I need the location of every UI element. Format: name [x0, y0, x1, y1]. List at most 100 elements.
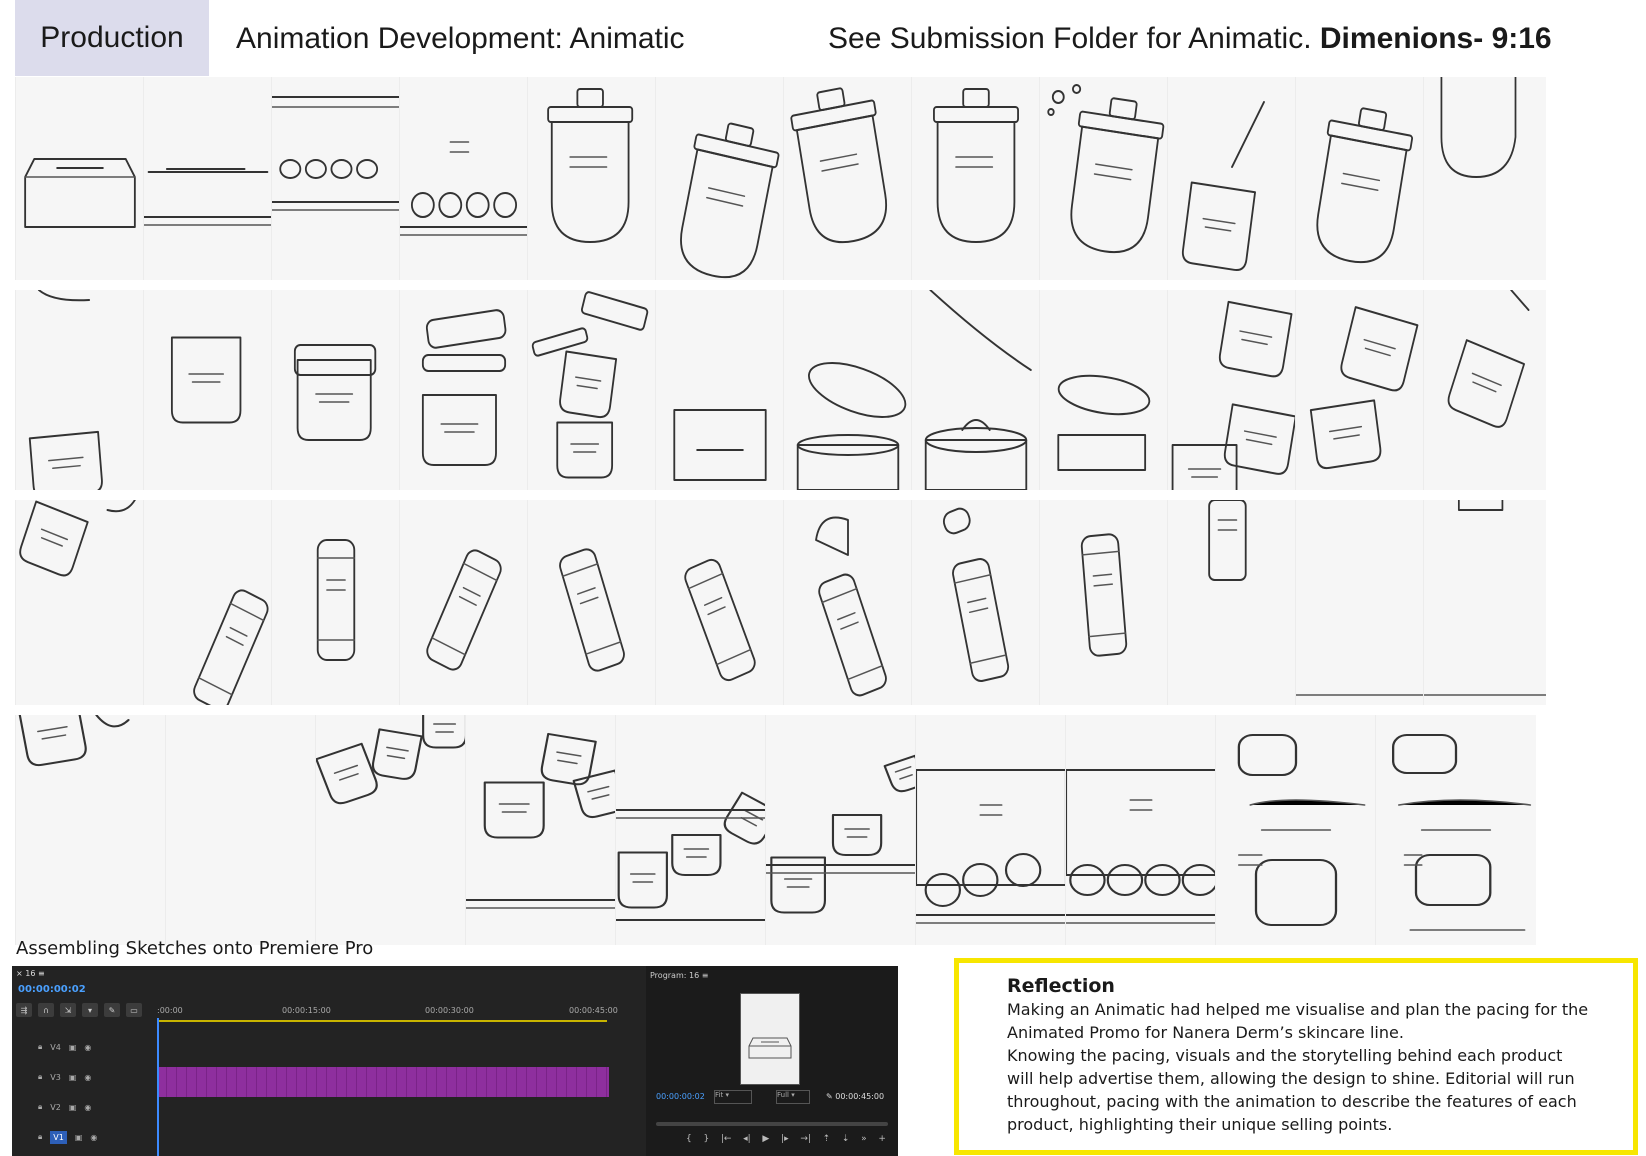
eye-icon[interactable]: ◉ [90, 1133, 97, 1142]
play-icon[interactable]: ▶ [762, 1134, 769, 1144]
ruler-tick: 00:00:15:00 [282, 1006, 331, 1015]
track-v3[interactable]: 🔒︎ V3 ▣ ◉ [12, 1062, 646, 1097]
program-scrubber[interactable] [656, 1122, 888, 1126]
lock-icon[interactable]: 🔒︎ [38, 1042, 42, 1052]
lock-icon[interactable]: 🔒︎ [38, 1132, 42, 1142]
lock-icon[interactable]: 🔒︎ [38, 1072, 42, 1082]
note-text: See Submission Folder for Animatic. [828, 22, 1312, 55]
storyboard-frame-jar-edge [1423, 290, 1546, 490]
storyboard-frame-pump-bottle-upright [911, 77, 1040, 280]
storyboard-frame-jar-box-bottom [655, 290, 784, 490]
track-header: 🔒︎ V4 ▣ ◉ [12, 1032, 152, 1062]
track-header: 🔒︎ V3 ▣ ◉ [12, 1062, 152, 1092]
sync-icon[interactable]: ▣ [69, 1103, 77, 1112]
snap-icon[interactable]: ∩ [38, 1003, 54, 1017]
storyboard-frame-tube-upright [271, 500, 400, 705]
storyboard-frame-cream-jar-lid [271, 290, 400, 490]
premiere-caption: Assembling Sketches onto Premiere Pro [16, 938, 374, 959]
storyboard-frame-cream-jar-front [143, 290, 272, 490]
storyboard-frame-jar-pump-bottle [527, 77, 656, 280]
track-label: V3 [50, 1072, 61, 1082]
dimensions-note: Dimenions- 9:16 [1319, 22, 1552, 55]
program-tab[interactable]: Program: 16 ≡ [650, 971, 708, 980]
marker-icon[interactable]: ▾ [82, 1003, 98, 1017]
storyboard-row-1 [15, 77, 1625, 280]
storyboard-frame-serum-bottle [911, 500, 1040, 705]
program-timecode[interactable]: 00:00:00:02 [656, 1092, 705, 1101]
step-forward-icon[interactable]: |▸ [781, 1134, 789, 1144]
storyboard-frame-tube-diagonal [655, 500, 784, 705]
sync-icon[interactable]: ▣ [75, 1133, 83, 1142]
track-header: 🔒︎ V2 ▣ ◉ [12, 1092, 152, 1122]
timeline-timecode[interactable]: 00:00:00:02 [18, 984, 86, 995]
reflection-line: product, highlighting their unique selli… [1007, 1115, 1393, 1134]
fit-select[interactable]: Fit ▾ [714, 1090, 752, 1104]
reflection-line: Knowing the pacing, visuals and the stor… [1007, 1046, 1563, 1065]
eye-icon[interactable]: ◉ [84, 1103, 91, 1112]
storyboard-frame-pump-bottle-tilt-left [783, 77, 912, 280]
export-frame-icon[interactable]: » [861, 1134, 867, 1144]
playhead[interactable] [157, 1018, 159, 1156]
program-monitor: Program: 16 ≡ 00:00:00:02 Fit ▾ Full ▾ ✎… [646, 966, 898, 1156]
eye-icon[interactable]: ◉ [84, 1073, 91, 1082]
storyboard-frame-tube-tilted-left [527, 500, 656, 705]
storyboard-frame-box-filling [915, 715, 1066, 945]
wrench-icon[interactable]: ✎ [104, 1003, 120, 1017]
storyboard-frame-tube-tilted-right [399, 500, 528, 705]
sequence-tab[interactable]: × 16 ≡ [16, 969, 45, 978]
sync-icon[interactable]: ▣ [69, 1043, 77, 1052]
eye-icon[interactable]: ◉ [84, 1043, 91, 1052]
program-preview [740, 993, 800, 1085]
linked-select-icon[interactable]: ⇲ [60, 1003, 76, 1017]
storyboard-frame-serum-bottle-upright [1039, 500, 1168, 705]
captions-icon[interactable]: ▭ [126, 1003, 142, 1017]
storyboard-frame-jar-lid-large [783, 290, 912, 490]
fit-select-value: Fit [715, 1091, 724, 1099]
time-ruler[interactable]: :00:00 00:00:15:00 00:00:30:00 00:00:45:… [157, 1006, 637, 1020]
sync-icon[interactable]: ▣ [69, 1073, 77, 1082]
storyboard-frame-jars-box-base [765, 715, 916, 945]
reflection-line: throughout, pacing with the animation to… [1007, 1092, 1577, 1111]
storyboard-frame-jar-cream-scoop [911, 290, 1040, 490]
timeline-panel[interactable]: × 16 ≡ 00:00:00:02 ⇶ ∩ ⇲ ▾ ✎ ▭ :00:00 00… [12, 966, 648, 1156]
page-title: Animation Development: Animatic [236, 22, 685, 55]
resolution-select[interactable]: Full ▾ [776, 1090, 810, 1104]
track-v2[interactable]: 🔒︎ V2 ▣ ◉ [12, 1092, 646, 1122]
lock-icon[interactable]: 🔒︎ [38, 1102, 42, 1112]
storyboard-frame-jar-lid-lifting [399, 290, 528, 490]
storyboard-frame-box-closed [15, 77, 144, 280]
storyboard-frame-box-open-jars [271, 77, 400, 280]
reflection-line: Making an Animatic had helped me visuali… [1007, 1000, 1589, 1019]
track-v4[interactable]: 🔒︎ V4 ▣ ◉ [12, 1032, 646, 1062]
resolution-select-value: Full [777, 1091, 789, 1099]
mark-in-icon[interactable]: { [686, 1134, 692, 1144]
storyboard-frame-jar-lid-open [527, 290, 656, 490]
go-to-out-icon[interactable]: →| [800, 1134, 811, 1144]
work-area-bar[interactable] [157, 1020, 607, 1022]
nest-icon[interactable]: ⇶ [16, 1003, 32, 1017]
track-label: V2 [50, 1102, 61, 1112]
storyboard-frame-tube-cap-off [783, 500, 912, 705]
extract-icon[interactable]: ⇣ [842, 1134, 850, 1144]
track-v1[interactable]: 🔒︎ V1 ▣ ◉ [12, 1122, 646, 1152]
storyboard-frame-frame-end [1423, 500, 1546, 705]
lift-icon[interactable]: ⇡ [823, 1134, 831, 1144]
step-back-icon[interactable]: ◂| [743, 1134, 751, 1144]
go-to-in-icon[interactable]: |← [721, 1134, 732, 1144]
mark-out-icon[interactable]: } [703, 1134, 709, 1144]
ruler-tick: 00:00:45:00 [569, 1006, 618, 1015]
program-duration: ✎ 00:00:45:00 [826, 1092, 884, 1101]
add-button-icon[interactable]: + [878, 1134, 886, 1144]
storyboard-frame-jars-falling [315, 715, 466, 945]
duration-value: 00:00:45:00 [835, 1092, 885, 1101]
storyboard-frame-bottle-bottom-right [143, 500, 272, 705]
storyboard-row-4 [15, 715, 1625, 945]
settings-icon[interactable]: ✎ [826, 1092, 833, 1101]
storyboard-frame-pump-bottle-exit [1423, 77, 1546, 280]
playback-controls: { } |← ◂| ▶ |▸ →| ⇡ ⇣ » + [686, 1134, 886, 1144]
program-tab-label: Program: 16 [650, 971, 700, 980]
sequence-tab-label: 16 [25, 969, 36, 978]
storyboard-frame-box-full [1065, 715, 1216, 945]
storyboard-frame-jar-tilted [1295, 290, 1424, 490]
storyboard-frame-jars-scatter [465, 715, 616, 945]
